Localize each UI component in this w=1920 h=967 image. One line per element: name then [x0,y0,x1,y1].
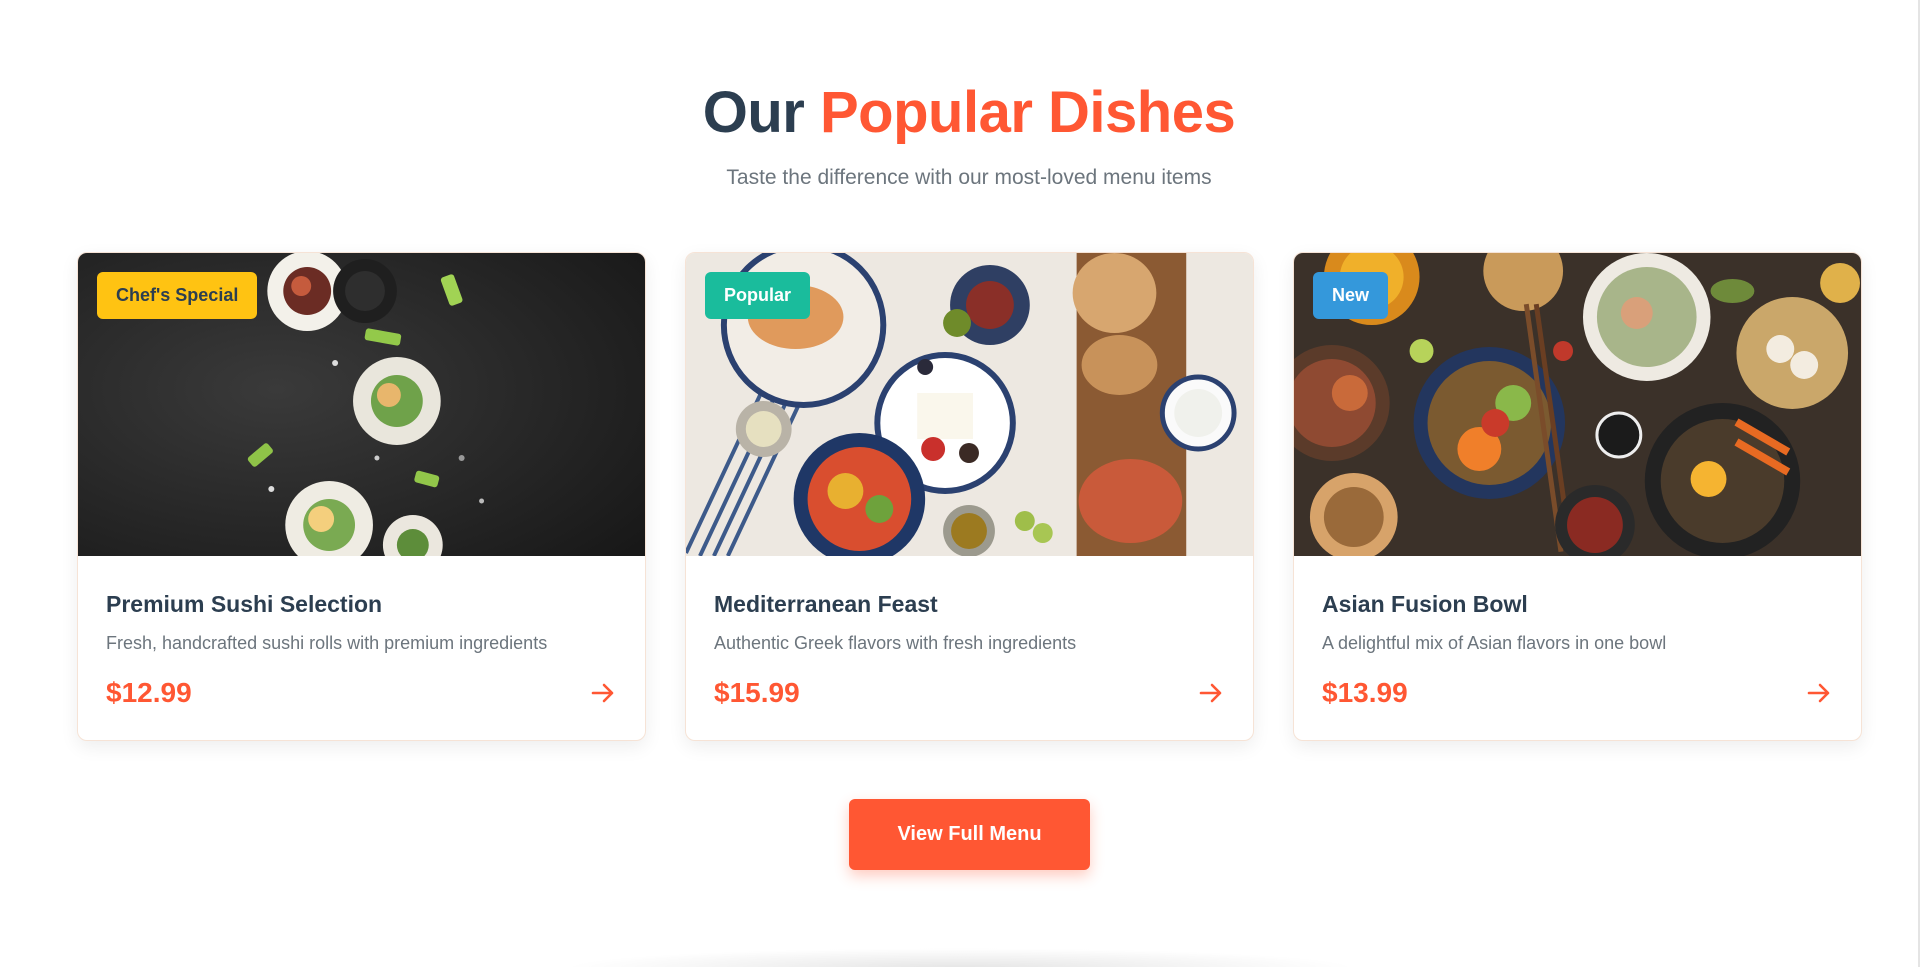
card-footer: $15.99 [714,675,1225,711]
dish-card-mediterranean[interactable]: Popular Mediterranean Feast Authentic Gr… [685,252,1254,741]
dish-description: Fresh, handcrafted sushi rolls with prem… [106,633,548,653]
dish-description: Authentic Greek flavors with fresh ingre… [714,633,1077,653]
section-subtitle: Taste the difference with our most-loved… [726,166,1212,189]
dish-description: A delightful mix of Asian flavors in one… [1322,633,1667,653]
card-body: Mediterranean Feast Authentic Greek flav… [686,556,1253,711]
section-title-dark: Our [702,80,805,145]
dish-cards: Chef's Special Premium Sushi Selection F… [77,252,1863,741]
dish-title[interactable]: Asian Fusion Bowl [1322,589,1833,619]
section-title-accent: Popular Dishes [820,80,1236,145]
card-body: Premium Sushi Selection Fresh, handcraft… [78,556,645,711]
card-footer: $12.99 [106,675,617,711]
popular-dishes-section: Our Popular Dishes Taste the difference … [0,0,1920,967]
dish-title[interactable]: Mediterranean Feast [714,589,1225,619]
badge-new: New [1313,272,1389,319]
card-body: Asian Fusion Bowl A delightful mix of As… [1294,556,1861,711]
dish-title[interactable]: Premium Sushi Selection [106,589,617,619]
arrow-right-icon[interactable] [589,679,617,707]
dish-card-asian-fusion[interactable]: New Asian Fusion Bowl A delightful mix o… [1293,252,1862,741]
next-section-shadow [560,948,1360,967]
arrow-right-icon[interactable] [1197,679,1225,707]
dish-card-sushi[interactable]: Chef's Special Premium Sushi Selection F… [77,252,646,741]
dish-image-asian-fusion: New [1294,253,1861,556]
dish-image-sushi: Chef's Special [78,253,645,556]
dish-price: $12.99 [106,677,192,708]
section-title: Our Popular Dishes [0,78,1920,148]
badge-chefs-special: Chef's Special [97,272,258,319]
view-full-menu-button[interactable]: View Full Menu [849,799,1090,870]
arrow-right-icon[interactable] [1805,679,1833,707]
card-footer: $13.99 [1322,675,1833,711]
dish-price: $13.99 [1322,677,1408,708]
badge-popular: Popular [705,272,811,319]
dish-price: $15.99 [714,677,800,708]
dish-image-mediterranean: Popular [686,253,1253,556]
